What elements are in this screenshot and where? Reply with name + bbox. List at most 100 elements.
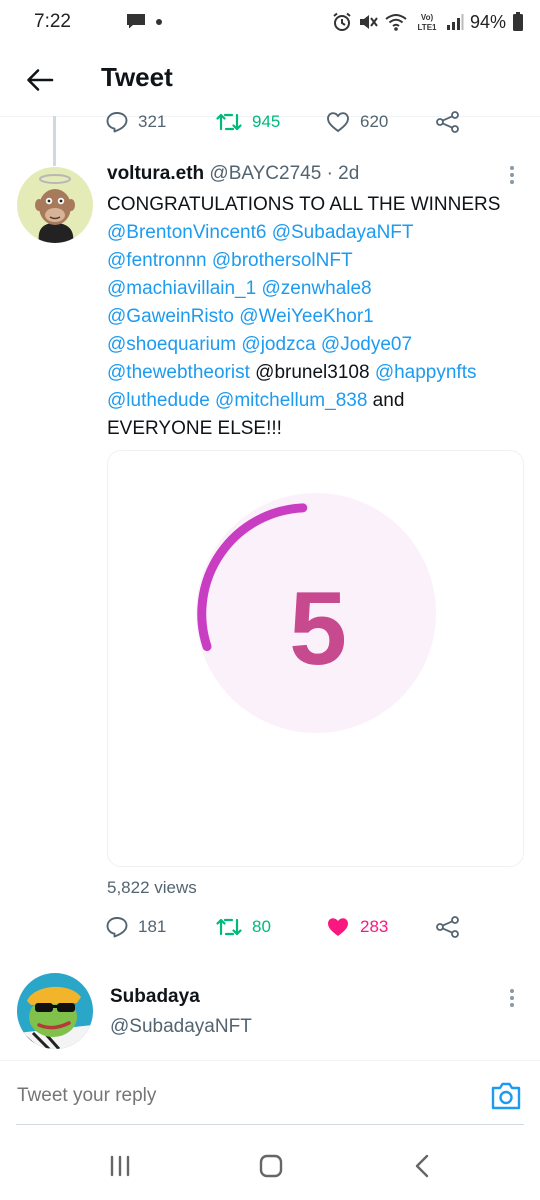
author-handle-time: @BAYC2745 · 2d: [209, 163, 360, 184]
alarm-icon: [333, 12, 351, 31]
share-icon: [436, 916, 459, 938]
more-dots-icon: [510, 166, 514, 170]
avatar-voltura[interactable]: [17, 167, 93, 243]
camera-button[interactable]: [490, 1081, 522, 1111]
tweet-text: CONGRATULATIONS TO ALL THE WINNERS @Brent…: [107, 191, 527, 443]
reply-button[interactable]: 181: [106, 916, 216, 938]
tweet-text-line: @shoequarium @jodzca @Jodye07: [107, 331, 527, 359]
mention-link[interactable]: @jodzca: [241, 334, 315, 355]
retweet-button[interactable]: 945: [216, 112, 326, 132]
tweet-text-line: @fentronnn @brothersolNFT: [107, 247, 527, 275]
mention-link[interactable]: @brothersolNFT: [212, 250, 353, 271]
mention-link[interactable]: @luthedude: [107, 390, 210, 411]
tweet-text-line: @luthedude @mitchellum_838 and: [107, 387, 527, 415]
retweet-count: 945: [252, 112, 281, 131]
mention-link[interactable]: @thewebtheorist: [107, 362, 250, 383]
camera-icon: [491, 1082, 521, 1110]
tweet-text-line: @machiavillain_1 @zenwhale8: [107, 275, 527, 303]
home-icon[interactable]: [259, 1154, 283, 1178]
mention-link[interactable]: @fentronnn: [107, 250, 207, 271]
status-bar: 7:22 Vo) LTE1 94%: [0, 0, 540, 44]
views-count: 5,822 views: [107, 878, 197, 897]
message-icon: [127, 14, 145, 29]
share-button[interactable]: [436, 111, 460, 133]
reply-count: 321: [138, 112, 167, 131]
tweet-text-line: @thewebtheorist @brunel3108 @happynfts: [107, 359, 527, 387]
app-header: Tweet: [0, 44, 540, 116]
thread-line: [53, 116, 56, 166]
mention-link[interactable]: @BrentonVincent6: [107, 222, 266, 243]
battery-percent: 94%: [469, 11, 506, 32]
heart-outline-icon: [327, 112, 349, 133]
wifi-icon: [385, 14, 407, 31]
reply-user-handle: @SubadayaNFT: [110, 1016, 252, 1037]
reply-count: 181: [138, 917, 167, 936]
compose-underline: [16, 1124, 524, 1125]
more-options-button[interactable]: [500, 986, 524, 1010]
countdown-image: 5: [196, 493, 436, 733]
reply-input[interactable]: [17, 1085, 437, 1107]
reply-icon: [106, 112, 128, 133]
svg-text:Vo): Vo): [421, 13, 434, 22]
like-count: 620: [360, 112, 389, 131]
more-options-button[interactable]: [500, 163, 524, 187]
more-dot: [510, 180, 514, 184]
back-icon[interactable]: [412, 1154, 432, 1178]
more-dots-icon: [510, 989, 514, 993]
mention-link[interactable]: @GaweinRisto: [107, 306, 234, 327]
tweet-text-segment: CONGRATULATIONS TO ALL THE WINNERS: [107, 194, 501, 215]
like-button[interactable]: 620: [326, 111, 436, 133]
share-button[interactable]: [436, 916, 460, 938]
mention-link[interactable]: @SubadayaNFT: [272, 222, 414, 243]
countdown-number: 5: [289, 571, 347, 687]
notification-dot-icon: [156, 19, 162, 25]
retweet-count: 80: [252, 917, 271, 936]
tweet-text-segment: and: [367, 390, 405, 411]
retweet-icon: [216, 113, 242, 131]
mute-icon: [359, 15, 378, 29]
reply-icon: [106, 917, 128, 938]
more-dot: [510, 173, 514, 177]
reply-button[interactable]: 321: [106, 111, 216, 133]
battery-icon: [513, 12, 523, 31]
author-name[interactable]: voltura.eth: [107, 163, 204, 184]
reply-composer: [0, 1061, 540, 1123]
mention-link[interactable]: @shoequarium: [107, 334, 236, 355]
system-nav-bar: [0, 1130, 540, 1200]
heart-filled-icon: [328, 918, 348, 936]
mention-link[interactable]: @mitchellum_838: [215, 390, 367, 411]
tweet-actions: 181 80 283: [106, 916, 460, 938]
back-button[interactable]: [22, 62, 58, 98]
tweet-text-line: @GaweinRisto @WeiYeeKhor1: [107, 303, 527, 331]
mention-link[interactable]: @zenwhale8: [261, 278, 371, 299]
like-button[interactable]: 283: [326, 916, 436, 938]
mention-link[interactable]: @machiavillain_1: [107, 278, 256, 299]
avatar-subadaya[interactable]: [17, 973, 93, 1049]
tweet-text-segment: @brunel3108: [249, 362, 375, 383]
ape-avatar-icon: [17, 167, 93, 243]
status-time: 7:22: [34, 11, 71, 32]
volte-icon: Vo) LTE1: [417, 13, 437, 32]
reply-user-name[interactable]: Subadaya: [110, 986, 200, 1008]
mention-link[interactable]: @Jodye07: [321, 334, 412, 355]
tweet-text-line: CONGRATULATIONS TO ALL THE WINNERS: [107, 191, 527, 219]
pepe-avatar-icon: [17, 973, 93, 1049]
tweet-text-segment: EVERYONE ELSE!!!: [107, 418, 282, 439]
tweet-text-line: EVERYONE ELSE!!!: [107, 415, 527, 443]
tweet-media[interactable]: 5: [107, 450, 524, 867]
tweet-text-line: @BrentonVincent6 @SubadayaNFT: [107, 219, 527, 247]
retweet-icon: [216, 918, 242, 936]
retweet-button[interactable]: 80: [216, 917, 326, 937]
recents-icon[interactable]: [108, 1154, 132, 1178]
status-icons: Vo) LTE1 94%: [332, 9, 524, 35]
like-count: 283: [360, 917, 389, 936]
page-title: Tweet: [101, 62, 173, 92]
more-dot: [510, 1003, 514, 1007]
share-icon: [436, 111, 459, 133]
arrow-left-icon: [27, 69, 54, 91]
mention-link[interactable]: @happynfts: [375, 362, 477, 383]
signal-icon: [446, 14, 464, 30]
parent-tweet-actions: 321 945 620: [106, 111, 460, 133]
more-dot: [510, 996, 514, 1000]
mention-link[interactable]: @WeiYeeKhor1: [239, 306, 373, 327]
